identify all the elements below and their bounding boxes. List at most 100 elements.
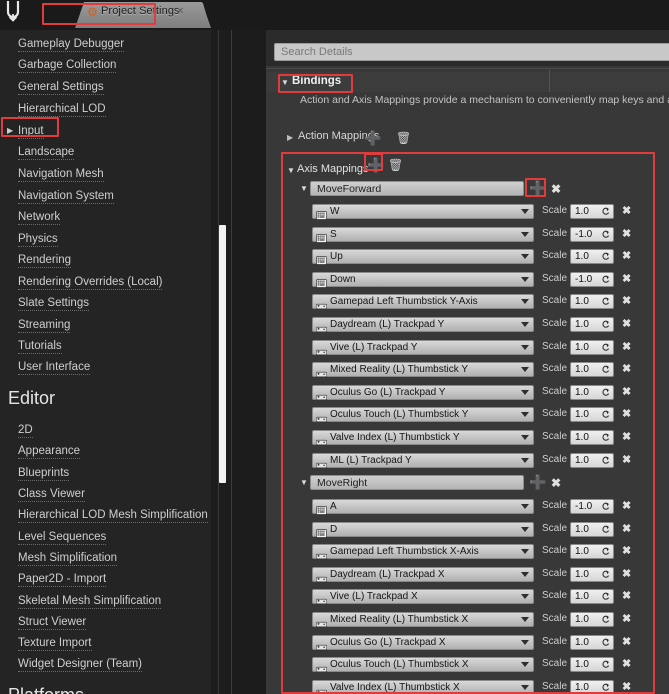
- key-select[interactable]: Oculus Touch (L) Thumbstick X: [312, 657, 534, 673]
- remove-key-button[interactable]: ✖: [622, 295, 631, 307]
- expander-open-icon[interactable]: ▼: [281, 78, 289, 87]
- remove-key-button[interactable]: ✖: [622, 545, 631, 557]
- add-key-button-moveright[interactable]: ➕: [529, 475, 546, 489]
- reset-icon[interactable]: [601, 638, 610, 649]
- reset-icon[interactable]: [601, 615, 610, 626]
- remove-key-button[interactable]: ✖: [622, 658, 631, 670]
- reset-icon[interactable]: [601, 502, 610, 513]
- key-select[interactable]: Vive (L) Trackpad X: [312, 589, 534, 605]
- expander-closed-icon[interactable]: ▶: [287, 133, 293, 142]
- scale-input[interactable]: 1.0: [570, 204, 614, 219]
- remove-key-button[interactable]: ✖: [622, 613, 631, 625]
- chevron-down-icon[interactable]: [521, 389, 529, 395]
- action-mappings-delete-button[interactable]: 🗑: [396, 132, 411, 144]
- chevron-down-icon[interactable]: [521, 639, 529, 645]
- chevron-down-icon[interactable]: [521, 435, 529, 440]
- axis-name-input-moveforward[interactable]: MoveForward: [310, 181, 524, 196]
- sidebar-item-widget-designer-team[interactable]: Widget Designer (Team): [18, 658, 142, 672]
- sidebar-item-gameplay-debugger[interactable]: Gameplay Debugger: [18, 38, 125, 52]
- expander-open-icon[interactable]: ▼: [300, 184, 308, 193]
- sidebar-item-skeletal-mesh-simplification[interactable]: Skeletal Mesh Simplification: [18, 595, 162, 609]
- sidebar-scrollbar-thumb[interactable]: [219, 225, 226, 483]
- chevron-down-icon[interactable]: [521, 549, 529, 555]
- key-select[interactable]: Valve Index (L) Thumbstick Y: [312, 430, 534, 446]
- sidebar-item-navigation-mesh[interactable]: Navigation Mesh: [18, 168, 104, 182]
- key-select[interactable]: Vive (L) Trackpad Y: [312, 339, 534, 355]
- reset-icon[interactable]: [601, 230, 610, 241]
- scale-input[interactable]: 1.0: [570, 521, 614, 537]
- chevron-down-icon[interactable]: [521, 526, 529, 532]
- remove-axis-button-moveright[interactable]: ✖: [551, 477, 561, 489]
- axis-mappings-delete-button[interactable]: 🗑: [388, 159, 403, 171]
- key-select[interactable]: D: [312, 521, 534, 538]
- scale-input[interactable]: 1.0: [570, 452, 614, 468]
- reset-icon[interactable]: [601, 252, 610, 263]
- reset-icon[interactable]: [601, 456, 610, 467]
- scale-input[interactable]: 1.0: [570, 384, 614, 400]
- remove-key-button[interactable]: ✖: [622, 273, 631, 285]
- key-select[interactable]: Mixed Reality (L) Thumbstick X: [312, 612, 534, 628]
- reset-icon[interactable]: [601, 525, 610, 536]
- sidebar-item-general-settings[interactable]: General Settings: [18, 81, 104, 95]
- key-select[interactable]: Gamepad Left Thumbstick X-Axis: [312, 544, 534, 560]
- scale-input[interactable]: 1.0: [570, 589, 614, 605]
- expander-open-icon[interactable]: ▼: [300, 478, 308, 487]
- chevron-down-icon[interactable]: [521, 412, 529, 418]
- key-select[interactable]: Oculus Go (L) Trackpad Y: [312, 384, 534, 400]
- sidebar-item-texture-import[interactable]: Texture Import: [18, 637, 92, 651]
- reset-icon[interactable]: [601, 660, 610, 671]
- remove-key-button[interactable]: ✖: [622, 250, 631, 262]
- chevron-down-icon[interactable]: [521, 209, 529, 214]
- sidebar-item-class-viewer[interactable]: Class Viewer: [18, 488, 85, 502]
- reset-icon[interactable]: [601, 297, 610, 308]
- remove-key-button[interactable]: ✖: [622, 228, 631, 240]
- reset-icon[interactable]: [601, 343, 610, 354]
- chevron-down-icon[interactable]: [521, 367, 529, 373]
- key-select[interactable]: Daydream (L) Trackpad X: [312, 566, 534, 582]
- settings-sidebar[interactable]: Gameplay Debugger Garbage Collection Gener…: [0, 30, 218, 694]
- sidebar-item-streaming[interactable]: Streaming: [18, 319, 71, 333]
- scale-input[interactable]: 1.0: [570, 612, 614, 627]
- scale-input[interactable]: -1.0: [570, 499, 614, 514]
- axis-name-input-moveright[interactable]: MoveRight: [310, 475, 524, 490]
- remove-key-button[interactable]: ✖: [622, 205, 631, 217]
- sidebar-item-tutorials[interactable]: Tutorials: [18, 340, 62, 354]
- chevron-down-icon[interactable]: [521, 594, 529, 600]
- scale-input[interactable]: -1.0: [570, 226, 614, 242]
- scale-input[interactable]: 1.0: [570, 249, 614, 265]
- scale-input[interactable]: 1.0: [570, 566, 614, 582]
- reset-icon[interactable]: [601, 592, 610, 603]
- key-select[interactable]: W: [312, 204, 534, 220]
- key-select[interactable]: Daydream (L) Trackpad Y: [312, 317, 534, 333]
- scale-input[interactable]: -1.0: [570, 271, 614, 287]
- reset-icon[interactable]: [601, 570, 610, 581]
- key-select[interactable]: Mixed Reality (L) Thumbstick Y: [312, 362, 534, 378]
- chevron-down-icon[interactable]: [521, 662, 529, 668]
- sidebar-item-level-sequences[interactable]: Level Sequences: [18, 531, 107, 545]
- close-icon[interactable]: ✕: [176, 6, 184, 17]
- remove-key-button[interactable]: ✖: [622, 363, 631, 375]
- remove-key-button[interactable]: ✖: [622, 568, 631, 580]
- sidebar-item-garbage-collection[interactable]: Garbage Collection: [18, 59, 117, 73]
- remove-key-button[interactable]: ✖: [622, 500, 631, 512]
- remove-key-button[interactable]: ✖: [622, 681, 631, 693]
- key-select[interactable]: Valve Index (L) Thumbstick X: [312, 679, 534, 694]
- remove-key-button[interactable]: ✖: [622, 341, 631, 353]
- remove-key-button[interactable]: ✖: [622, 636, 631, 648]
- sidebar-item-user-interface[interactable]: User Interface: [18, 361, 91, 375]
- chevron-down-icon[interactable]: [521, 504, 529, 509]
- scale-input[interactable]: 1.0: [570, 657, 614, 673]
- key-select[interactable]: ML (L) Trackpad Y: [312, 452, 534, 468]
- sidebar-item-network[interactable]: Network: [18, 211, 61, 225]
- remove-key-button[interactable]: ✖: [622, 318, 631, 330]
- reset-icon[interactable]: [601, 433, 610, 444]
- chevron-down-icon[interactable]: [521, 457, 529, 463]
- panel-divider[interactable]: [231, 30, 232, 694]
- sidebar-item-hierarchical-lod[interactable]: Hierarchical LOD: [18, 103, 106, 117]
- key-select[interactable]: Oculus Go (L) Trackpad X: [312, 634, 534, 650]
- sidebar-item-navigation-system[interactable]: Navigation System: [18, 190, 114, 204]
- sidebar-item-input[interactable]: Input: [18, 125, 44, 139]
- search-input[interactable]: Search Details: [274, 43, 669, 61]
- expander-closed-icon[interactable]: ▶: [7, 126, 13, 135]
- add-key-button-moveforward[interactable]: ➕: [529, 181, 546, 195]
